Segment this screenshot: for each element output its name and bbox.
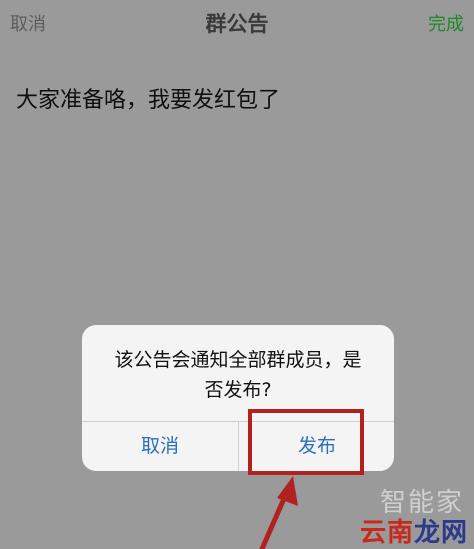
page-title: 群公告 (205, 12, 269, 36)
navbar: 取消 群公告 完成 (0, 0, 474, 44)
dialog-message-line2: 否发布? (204, 379, 272, 401)
watermark: 智能家 云南龙网 (334, 482, 474, 549)
announcement-text[interactable]: 大家准备咯，我要发红包了 (16, 82, 280, 114)
pointer-arrow-icon (259, 476, 298, 549)
watermark-part2: 龙网 (413, 518, 468, 548)
done-button[interactable]: 完成 (428, 10, 464, 36)
dialog-message: 该公告会通知全部群成员，是 否发布? (82, 345, 394, 405)
dialog-message-line1: 该公告会通知全部群成员，是 (114, 349, 362, 371)
dialog-cancel-button[interactable]: 取消 (82, 421, 238, 471)
highlight-box (248, 409, 364, 475)
watermark-logo: 云南龙网 (360, 512, 468, 549)
watermark-part1: 云南 (359, 518, 414, 548)
